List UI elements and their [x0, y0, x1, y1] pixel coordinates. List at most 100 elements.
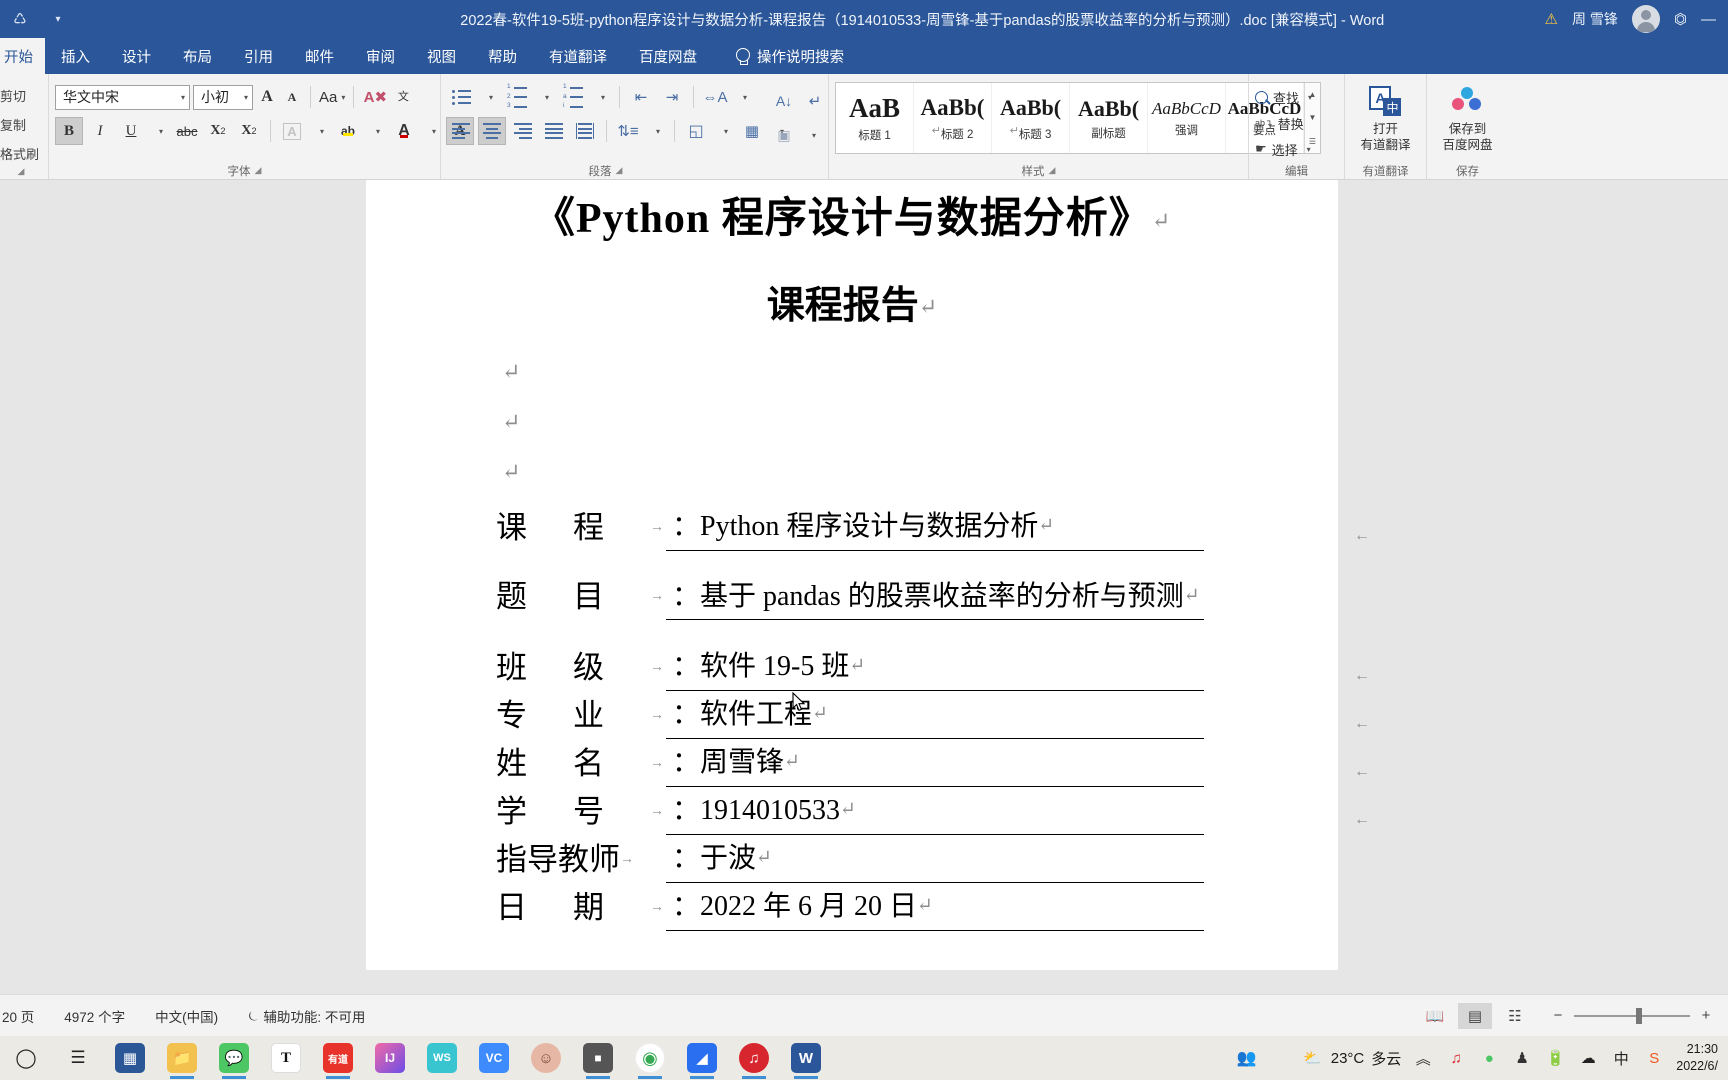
- zoom-out-button[interactable]: −: [1550, 1007, 1566, 1024]
- document-page[interactable]: 《Python 程序设计与数据分析》↵ 课程报告↵ ↵ ↵ ↵ 课 程 → ：P…: [366, 180, 1370, 970]
- people-icon[interactable]: 👥: [1237, 1048, 1257, 1068]
- asian-layout-dropdown-icon[interactable]: ▾: [732, 83, 754, 111]
- netease-music-tray-icon[interactable]: ♫: [1445, 1047, 1467, 1069]
- distribute-icon[interactable]: [571, 117, 599, 145]
- form-value-date[interactable]: ：2022 年 6 月 20 日↵: [666, 883, 1204, 932]
- intellij-idea-icon[interactable]: IJ: [364, 1036, 416, 1080]
- ime-chinese-icon[interactable]: 中: [1610, 1047, 1632, 1069]
- form-value-course[interactable]: ：Python 程序设计与数据分析↵: [666, 503, 1204, 552]
- form-row-date[interactable]: 日 期 → ：2022 年 6 月 20 日↵: [496, 883, 1338, 932]
- typora-icon[interactable]: T: [260, 1036, 312, 1080]
- line-spacing-icon[interactable]: ⇅≡: [614, 117, 642, 145]
- justify-icon[interactable]: [540, 117, 568, 145]
- form-row-advisor[interactable]: 指导教师 → ：于波↵: [496, 835, 1338, 884]
- task-view-icon[interactable]: ☰: [52, 1036, 104, 1080]
- page-indicator[interactable]: 20 页: [2, 1006, 34, 1026]
- tab-review[interactable]: 审阅: [350, 38, 411, 74]
- wifi-icon[interactable]: ☁: [1577, 1047, 1599, 1069]
- terminal-icon[interactable]: ■: [572, 1036, 624, 1080]
- netease-music-icon[interactable]: ♫: [728, 1036, 780, 1080]
- line-spacing-dropdown-icon[interactable]: ▾: [645, 117, 667, 145]
- minimize-button[interactable]: —: [1701, 11, 1716, 28]
- tab-references[interactable]: 引用: [228, 38, 289, 74]
- bullets-dropdown-icon[interactable]: ▾: [478, 83, 500, 111]
- tab-view[interactable]: 视图: [411, 38, 472, 74]
- quick-access-more-icon[interactable]: ▾: [48, 9, 68, 29]
- form-row-student-id[interactable]: 学 号 → ：1914010533↵ ←: [496, 787, 1370, 836]
- account-name[interactable]: 周 雪锋: [1572, 9, 1618, 29]
- file-explorer-icon[interactable]: 📁: [156, 1036, 208, 1080]
- battery-icon[interactable]: 🔋: [1544, 1047, 1566, 1069]
- font-color-button[interactable]: A: [390, 117, 418, 145]
- style-subtitle[interactable]: AaBb( 副标题: [1070, 83, 1148, 153]
- borders-extra-icon[interactable]: ▣: [770, 121, 798, 149]
- show-formatting-marks-icon[interactable]: ↵: [801, 87, 829, 115]
- google-chrome-icon[interactable]: ◉: [624, 1036, 676, 1080]
- change-case-button[interactable]: Aa ▾: [318, 83, 346, 111]
- language-indicator[interactable]: 中文(中国): [155, 1006, 218, 1026]
- subscript-button[interactable]: X2: [204, 117, 232, 145]
- form-value-topic[interactable]: ：基于 pandas 的股票收益率的分析与预测↵: [666, 574, 1204, 621]
- increase-indent-icon[interactable]: ⇥: [658, 83, 686, 111]
- paragraph-shading-icon[interactable]: ◱: [682, 117, 710, 145]
- form-row-major[interactable]: 专 业 → ：软件工程↵ ←: [496, 691, 1370, 740]
- clock[interactable]: 21:30 2022/6/: [1676, 1041, 1718, 1075]
- weather-widget[interactable]: ⛅ 23°C 多云: [1302, 1047, 1401, 1069]
- grow-font-button[interactable]: A: [256, 83, 278, 111]
- wps-icon[interactable]: WS: [416, 1036, 468, 1080]
- strikethrough-button[interactable]: abc: [173, 117, 201, 145]
- form-value-name[interactable]: ：周雪锋↵: [666, 739, 1204, 788]
- asian-layout-icon[interactable]: ⇔A: [701, 83, 729, 111]
- italic-button[interactable]: I: [86, 117, 114, 145]
- form-row-class[interactable]: 班 级 → ：软件 19-5 班↵ ←: [496, 643, 1370, 692]
- vnc-viewer-icon[interactable]: VC: [468, 1036, 520, 1080]
- replace-button[interactable]: ab↴ 替换: [1255, 110, 1304, 136]
- zoom-slider-thumb[interactable]: [1636, 1007, 1642, 1024]
- align-right-icon[interactable]: [509, 117, 537, 145]
- multilevel-dropdown-icon[interactable]: ▾: [590, 83, 612, 111]
- clear-formatting-icon[interactable]: A✖: [361, 83, 389, 111]
- qq-tray-icon[interactable]: ♟: [1511, 1047, 1533, 1069]
- form-value-student-id[interactable]: ：1914010533↵: [666, 787, 1204, 836]
- wechat-icon[interactable]: 💬: [208, 1036, 260, 1080]
- word-count[interactable]: 4972 个字: [64, 1006, 125, 1026]
- style-emphasis[interactable]: AaBbCcD 强调: [1148, 83, 1226, 153]
- tab-help[interactable]: 帮助: [472, 38, 533, 74]
- microsoft-store-icon[interactable]: ▦: [104, 1036, 156, 1080]
- document-canvas[interactable]: 《Python 程序设计与数据分析》↵ 课程报告↵ ↵ ↵ ↵ 课 程 → ：P…: [0, 180, 1728, 994]
- font-size-combo[interactable]: 小初 ▾: [193, 84, 253, 110]
- font-dialog-launcher-icon[interactable]: ◢: [255, 165, 262, 176]
- tab-layout[interactable]: 布局: [167, 38, 228, 74]
- multilevel-list-icon[interactable]: 1ai: [559, 83, 587, 111]
- underline-dropdown-icon[interactable]: ▾: [148, 117, 170, 145]
- save-to-baidu-netdisk-button[interactable]: 保存到 百度网盘: [1442, 78, 1493, 153]
- form-row-topic[interactable]: 题 目 → ：基于 pandas 的股票收益率的分析与预测↵: [496, 551, 1338, 643]
- borders-extra-dropdown-icon[interactable]: ▾: [801, 121, 823, 149]
- cut-button[interactable]: 剪切: [0, 86, 39, 105]
- form-row-course[interactable]: 课 程 → ：Python 程序设计与数据分析↵ ←: [496, 503, 1370, 552]
- text-effects-button[interactable]: A: [278, 117, 306, 145]
- select-button[interactable]: ☛ 选择 ▾: [1255, 136, 1311, 162]
- tell-me-search[interactable]: 操作说明搜索: [713, 38, 860, 74]
- zoom-slider[interactable]: [1574, 1007, 1690, 1024]
- copy-button[interactable]: 复制: [0, 115, 39, 134]
- open-youdao-translate-button[interactable]: A中 打开 有道翻译: [1360, 78, 1411, 153]
- web-layout-icon[interactable]: ☷: [1498, 1003, 1532, 1029]
- form-value-advisor[interactable]: ：于波↵: [666, 835, 1204, 884]
- align-center-icon[interactable]: [478, 117, 506, 145]
- align-left-icon[interactable]: [447, 117, 475, 145]
- clipboard-dialog-launcher-icon[interactable]: ◢: [18, 166, 25, 177]
- numbering-icon[interactable]: 123: [503, 83, 531, 111]
- read-mode-icon[interactable]: 📖: [1418, 1003, 1452, 1029]
- wechat-tray-icon[interactable]: ●: [1478, 1047, 1500, 1069]
- tab-design[interactable]: 设计: [106, 38, 167, 74]
- zoom-control[interactable]: − +: [1550, 1007, 1714, 1024]
- highlight-button[interactable]: ab: [334, 117, 362, 145]
- form-value-major[interactable]: ：软件工程↵: [666, 691, 1204, 740]
- warning-triangle-icon[interactable]: ⚠: [1545, 10, 1558, 28]
- style-heading-3[interactable]: AaBb( ↵标题 3: [992, 83, 1070, 153]
- bold-button[interactable]: B: [55, 117, 83, 145]
- zoom-in-button[interactable]: +: [1698, 1007, 1714, 1024]
- font-name-combo[interactable]: 华文中宋 ▾: [55, 84, 190, 110]
- tab-mailings[interactable]: 邮件: [289, 38, 350, 74]
